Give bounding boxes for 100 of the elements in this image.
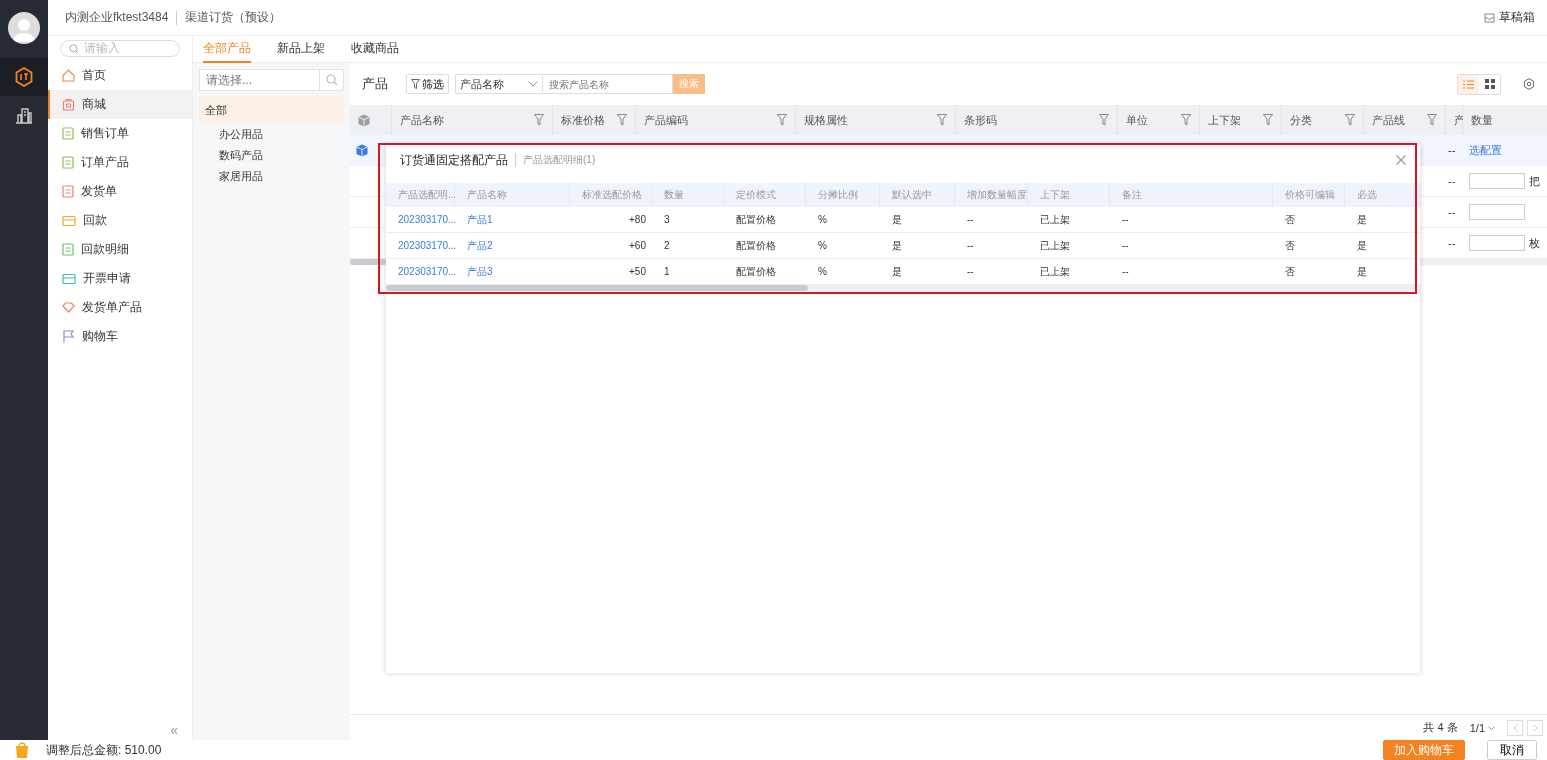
bag-icon xyxy=(62,98,75,111)
filter-icon xyxy=(411,79,420,89)
column-header: 价格可编辑 xyxy=(1273,183,1345,207)
quantity-field[interactable] xyxy=(1469,173,1525,189)
category-item[interactable]: 家居用品 xyxy=(199,166,344,187)
search-field[interactable]: 搜索产品名称 xyxy=(543,74,673,94)
column-header: 产 xyxy=(1446,105,1463,135)
column-header: 备注 xyxy=(1110,183,1273,207)
flag-icon xyxy=(62,330,75,343)
table-cell-text: -- xyxy=(1447,236,1457,251)
filter-icon[interactable] xyxy=(534,114,544,126)
filter-icon[interactable] xyxy=(937,114,947,126)
category-search-input[interactable]: 请选择... xyxy=(200,70,319,90)
search-icon[interactable] xyxy=(325,74,338,86)
table-cell: -- xyxy=(955,233,1028,259)
table-cell: 配置价格 xyxy=(724,207,806,233)
settings-icon xyxy=(1523,78,1535,90)
configure-link[interactable]: 选配置 xyxy=(1469,142,1502,158)
sidebar-item[interactable]: 购物车 xyxy=(48,322,192,351)
filter-icon[interactable] xyxy=(1099,114,1109,126)
cube-icon xyxy=(356,143,368,157)
table-cell: 是 xyxy=(880,233,955,259)
document-icon xyxy=(62,243,74,256)
product-link[interactable]: 产品2 xyxy=(467,238,493,253)
sidebar-item[interactable]: 开票申请 xyxy=(48,264,192,293)
home-icon xyxy=(62,69,75,82)
table-cell: 已上架 xyxy=(1028,207,1110,233)
sidebar-item[interactable]: 回款明细 xyxy=(48,235,192,264)
category-search-field[interactable]: 请选择... xyxy=(199,69,344,91)
column-header: 定价模式 xyxy=(724,183,806,207)
table-cell-text: -- xyxy=(1447,205,1457,220)
category-item[interactable]: 全部 xyxy=(199,97,344,124)
column-header: 标准选配价格 xyxy=(570,183,652,207)
detail-link[interactable]: 202303170... xyxy=(398,266,457,277)
column-header: 产品名称 xyxy=(392,105,553,135)
sidebar-item[interactable]: 销售订单 xyxy=(48,119,192,148)
sidebar-item[interactable]: 发货单 xyxy=(48,177,192,206)
filter-icon[interactable] xyxy=(1181,114,1191,126)
app-title: 渠道订货（预设） xyxy=(185,9,282,26)
scrollbar-thumb[interactable] xyxy=(386,285,808,291)
sidebar-item[interactable]: 订单产品 xyxy=(48,148,192,177)
field-select[interactable]: 产品名称 xyxy=(455,74,543,94)
unit-label: 把 xyxy=(1529,173,1540,189)
table-cell: -- xyxy=(1110,233,1273,259)
cube-icon xyxy=(358,113,370,127)
card-icon xyxy=(62,214,76,227)
adjusted-total: 调整后总金额: 510.00 xyxy=(46,741,162,759)
drafts-button[interactable]: 草稿箱 xyxy=(1484,9,1535,26)
filter-button[interactable]: 筛选 xyxy=(406,74,449,94)
list-icon xyxy=(1463,79,1474,89)
filter-icon[interactable] xyxy=(617,114,627,126)
table-cell-text: -- xyxy=(1447,174,1457,189)
quantity-field[interactable] xyxy=(1469,204,1525,220)
category-item[interactable]: 办公用品 xyxy=(199,124,344,145)
avatar[interactable] xyxy=(8,12,40,44)
sidebar-item[interactable]: 首页 xyxy=(48,61,192,90)
table-cell: 否 xyxy=(1273,233,1345,259)
detail-link[interactable]: 202303170... xyxy=(398,240,457,251)
category-item[interactable]: 数码产品 xyxy=(199,145,344,166)
close-button[interactable] xyxy=(1396,155,1406,165)
sidebar-item[interactable]: 回款 xyxy=(48,206,192,235)
table-cell: % xyxy=(806,233,880,259)
filter-icon[interactable] xyxy=(777,114,787,126)
tab[interactable]: 收藏商品 xyxy=(351,36,399,63)
tab[interactable]: 新品上架 xyxy=(277,36,325,63)
settings-button[interactable] xyxy=(1523,78,1535,90)
table-cell: +60 xyxy=(570,233,652,259)
column-header: 产品名称 xyxy=(455,183,570,207)
table-cell: 2 xyxy=(652,233,724,259)
rail-item[interactable] xyxy=(0,58,48,96)
column-header: 上下架 xyxy=(1028,183,1110,207)
chevron-left-icon xyxy=(1512,723,1518,732)
page-select[interactable]: 1/1 xyxy=(1469,721,1495,734)
product-link[interactable]: 产品1 xyxy=(467,212,493,227)
chevron-right-icon xyxy=(1532,723,1538,732)
cancel-button[interactable]: 取消 xyxy=(1487,740,1537,760)
chevron-down-icon xyxy=(528,81,538,87)
section-title: 产品 xyxy=(362,75,388,93)
filter-icon[interactable] xyxy=(1427,114,1437,126)
dialog-title: 订货通固定搭配产品 xyxy=(400,151,508,169)
table-cell: 是 xyxy=(1345,233,1420,259)
column-header: 增加数量幅度 xyxy=(955,183,1028,207)
quantity-field[interactable] xyxy=(1469,235,1525,251)
detail-link[interactable]: 202303170... xyxy=(398,214,457,225)
scrollbar-thumb[interactable] xyxy=(350,259,386,265)
gem-icon xyxy=(62,301,75,314)
table-cell: 是 xyxy=(1345,207,1420,233)
product-link[interactable]: 产品3 xyxy=(467,264,493,279)
filter-icon[interactable] xyxy=(1345,114,1355,126)
total-count: 共 4 条 xyxy=(1423,720,1458,735)
table-cell: 3 xyxy=(652,207,724,233)
sidebar-item[interactable]: 商城 xyxy=(48,90,192,119)
sidebar-item[interactable]: 发货单产品 xyxy=(48,293,192,322)
column-header: 条形码 xyxy=(956,105,1118,135)
table-cell: +80 xyxy=(570,207,652,233)
document-icon xyxy=(62,127,74,140)
filter-icon[interactable] xyxy=(1263,114,1273,126)
column-header: 必选 xyxy=(1345,183,1420,207)
document-icon xyxy=(62,156,74,169)
close-icon xyxy=(1396,155,1406,165)
